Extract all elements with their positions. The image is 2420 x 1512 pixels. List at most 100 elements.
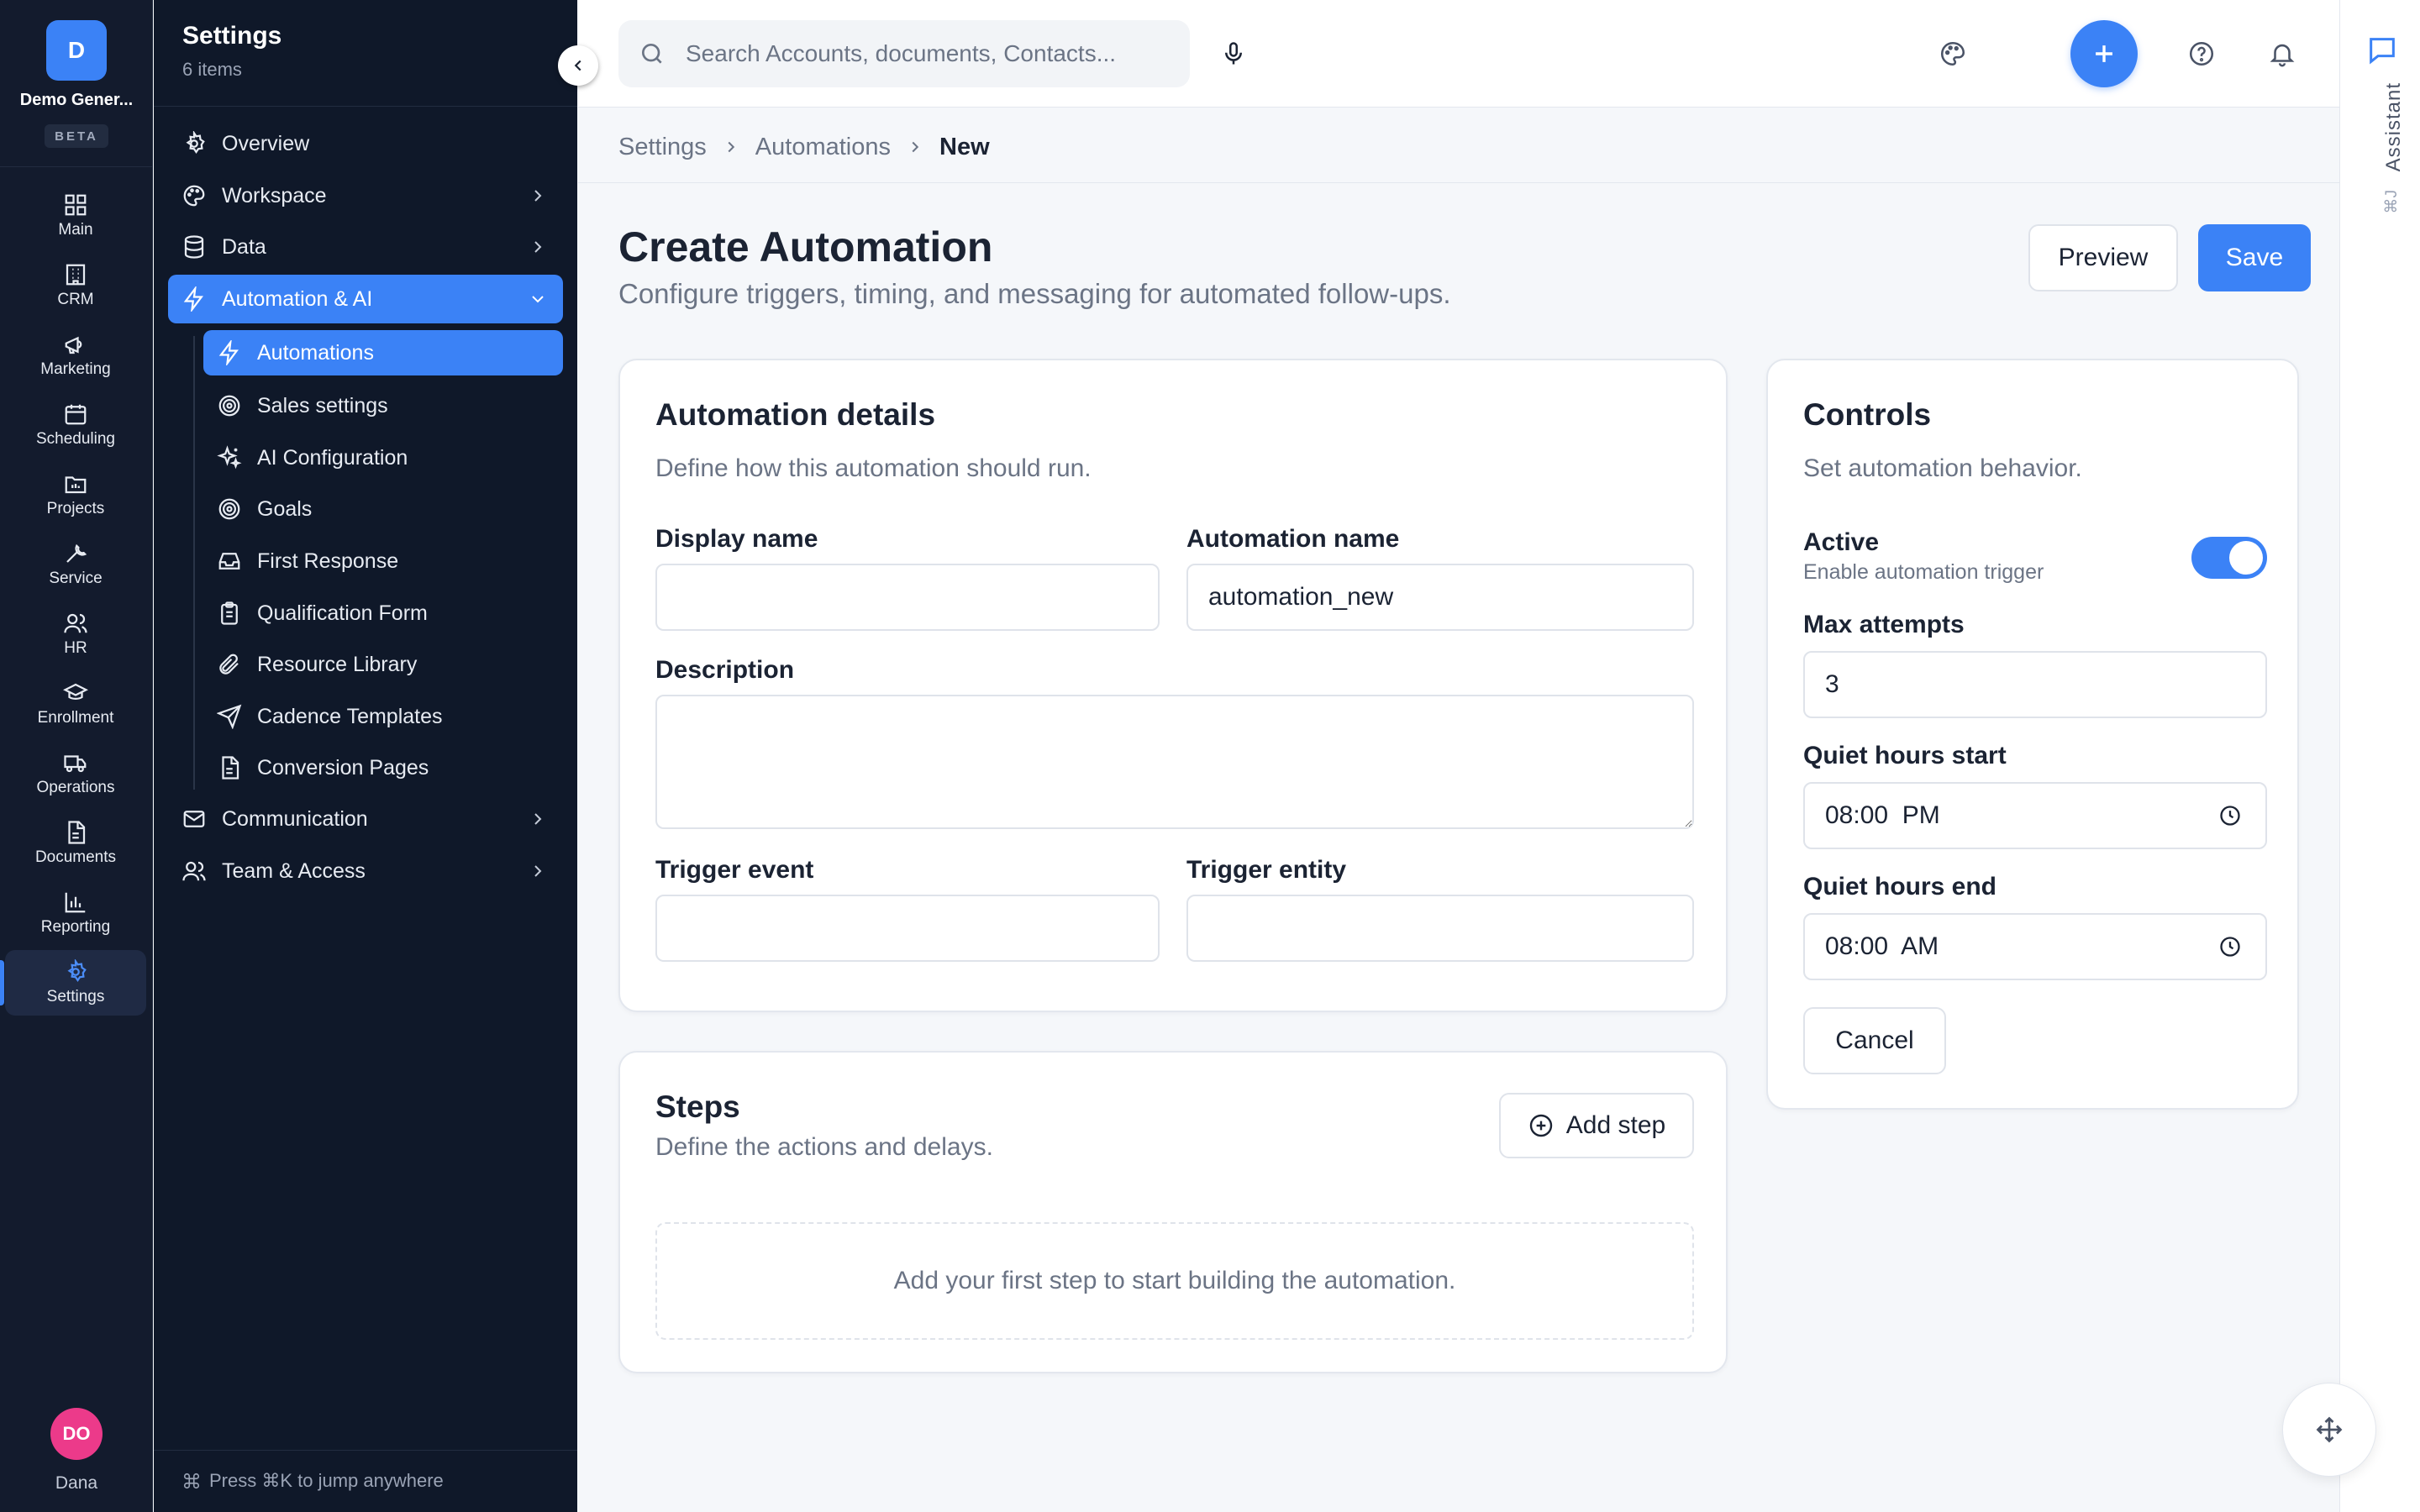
sidebar-subitem-qualification-form[interactable]: Qualification Form xyxy=(203,591,563,636)
palette-icon xyxy=(183,185,205,207)
avatar[interactable]: DO xyxy=(50,1408,103,1460)
breadcrumb-automations[interactable]: Automations xyxy=(755,134,891,161)
bell-icon xyxy=(2270,44,2295,67)
users-icon xyxy=(182,861,206,881)
paperclip-icon xyxy=(219,654,239,675)
voice-search-button[interactable] xyxy=(1217,37,1250,71)
rail-item-reporting[interactable]: Reporting xyxy=(5,880,146,946)
rail-item-service[interactable]: Service xyxy=(5,532,146,597)
inbox-icon xyxy=(218,553,240,570)
rail-item-hr[interactable]: HR xyxy=(5,601,146,667)
settings-sidebar: Settings 6 items Overview Workspace Data… xyxy=(154,0,577,1512)
assistant-button[interactable] xyxy=(2365,34,2399,67)
gear-icon xyxy=(186,131,205,155)
add-step-button[interactable]: Add step xyxy=(1499,1093,1694,1158)
create-new-button[interactable] xyxy=(2070,20,2138,87)
active-toggle[interactable] xyxy=(2191,537,2267,579)
quiet-hours-start-field[interactable]: 08:00 PM xyxy=(1803,782,2267,849)
sidebar-item-communication[interactable]: Communication xyxy=(168,795,563,843)
sidebar-subitem-sales-settings[interactable]: Sales settings xyxy=(203,383,563,428)
card-title: Controls xyxy=(1803,397,1932,432)
rail-item-label: Service xyxy=(49,570,103,587)
max-attempts-field[interactable] xyxy=(1803,651,2267,718)
quiet-hours-start-label: Quiet hours start xyxy=(1803,742,2007,769)
rail-item-marketing[interactable]: Marketing xyxy=(5,323,146,388)
sidebar-item-data[interactable]: Data xyxy=(168,223,563,271)
sidebar-subitem-label: Sales settings xyxy=(257,393,388,417)
sidebar-item-team-access[interactable]: Team & Access xyxy=(168,847,563,895)
trigger-event-field[interactable] xyxy=(655,895,1160,962)
sidebar-subitem-goals[interactable]: Goals xyxy=(203,486,563,532)
rail-item-label: Marketing xyxy=(40,360,111,378)
card-title: Automation details xyxy=(655,397,936,432)
rail-item-label: Main xyxy=(58,221,93,239)
clock-icon xyxy=(2220,937,2240,957)
sidebar-subitem-cadence-templates[interactable]: Cadence Templates xyxy=(203,694,563,739)
page-title: Create Automation xyxy=(618,223,993,270)
rail-item-label: Enrollment xyxy=(37,709,114,727)
file-text-icon xyxy=(222,756,239,780)
org-logo[interactable]: D xyxy=(46,20,107,81)
steps-card: Steps Define the actions and delays. Add… xyxy=(618,1051,1728,1373)
sidebar-item-automation-ai[interactable]: Automation & AI xyxy=(168,275,563,323)
sidebar-subitem-label: Cadence Templates xyxy=(257,704,443,728)
sidebar-subitem-label: Resource Library xyxy=(257,652,418,676)
cancel-button[interactable]: Cancel xyxy=(1803,1007,1946,1074)
time-value: 08:00 AM xyxy=(1825,932,1939,960)
global-search[interactable] xyxy=(618,20,1190,87)
rail-item-crm[interactable]: CRM xyxy=(5,253,146,318)
card-subtitle: Define the actions and delays. xyxy=(655,1133,993,1161)
zap-icon xyxy=(183,286,203,312)
divider xyxy=(154,106,577,107)
sidebar-subitem-resource-library[interactable]: Resource Library xyxy=(203,642,563,687)
rail-item-main[interactable]: Main xyxy=(5,183,146,249)
collapse-sidebar-button[interactable] xyxy=(558,45,598,86)
sidebar-subitem-first-response[interactable]: First Response xyxy=(203,538,563,584)
sidebar-item-label: Workspace xyxy=(222,183,327,207)
sidebar-subitem-ai-configuration[interactable]: AI Configuration xyxy=(203,435,563,480)
rail-item-scheduling[interactable]: Scheduling xyxy=(5,392,146,458)
breadcrumb-settings[interactable]: Settings xyxy=(618,134,707,161)
display-name-field[interactable] xyxy=(655,564,1160,631)
move-icon xyxy=(2316,1416,2343,1443)
preview-button[interactable]: Preview xyxy=(2028,224,2178,291)
description-label: Description xyxy=(655,656,795,684)
automation-name-field[interactable] xyxy=(1186,564,1694,631)
microphone-icon xyxy=(1225,42,1242,65)
chevron-right-icon xyxy=(534,813,542,825)
quiet-hours-end-label: Quiet hours end xyxy=(1803,873,1997,900)
description-field[interactable] xyxy=(655,695,1694,829)
main-content: Settings Automations New Create Automati… xyxy=(578,108,2339,1512)
rail-item-settings[interactable]: Settings xyxy=(0,950,146,1016)
sidebar-item-overview[interactable]: Overview xyxy=(168,119,563,168)
quiet-hours-end-field[interactable]: 08:00 AM xyxy=(1803,913,2267,980)
top-bar xyxy=(578,0,2339,108)
save-button[interactable]: Save xyxy=(2198,224,2311,291)
help-button[interactable] xyxy=(2181,34,2222,74)
sidebar-item-workspace[interactable]: Workspace xyxy=(168,171,563,220)
rail-item-label: Operations xyxy=(36,779,115,796)
active-label: Active xyxy=(1803,528,1880,556)
rail-item-projects[interactable]: Projects xyxy=(5,462,146,528)
clock-icon xyxy=(2220,806,2240,826)
trigger-event-label: Trigger event xyxy=(655,856,814,884)
rail-item-label: Settings xyxy=(46,988,105,1005)
trigger-entity-field[interactable] xyxy=(1186,895,1694,962)
notifications-button[interactable] xyxy=(2262,34,2302,74)
sidebar-item-label: Automation & AI xyxy=(222,286,373,311)
org-name[interactable]: Demo Gener... xyxy=(0,91,153,110)
sparkles-icon xyxy=(217,445,242,470)
search-input[interactable] xyxy=(686,40,1156,67)
card-subtitle: Define how this automation should run. xyxy=(655,454,1092,482)
rail-item-documents[interactable]: Documents xyxy=(5,811,146,876)
rail-item-operations[interactable]: Operations xyxy=(5,741,146,806)
assistant-panel-tab[interactable]: Assistant ⌘J xyxy=(2339,0,2420,1512)
rail-item-enrollment[interactable]: Enrollment xyxy=(5,671,146,737)
command-palette-hint[interactable]: Press ⌘K to jump anywhere xyxy=(182,1470,444,1492)
assistant-label: Assistant xyxy=(2382,82,2405,172)
rail-item-label: Documents xyxy=(34,848,117,866)
theme-button[interactable] xyxy=(1933,34,1973,74)
sidebar-subitem-automations[interactable]: Automations xyxy=(203,330,563,375)
drag-handle-button[interactable] xyxy=(2282,1383,2376,1477)
sidebar-subitem-conversion-pages[interactable]: Conversion Pages xyxy=(203,745,563,790)
